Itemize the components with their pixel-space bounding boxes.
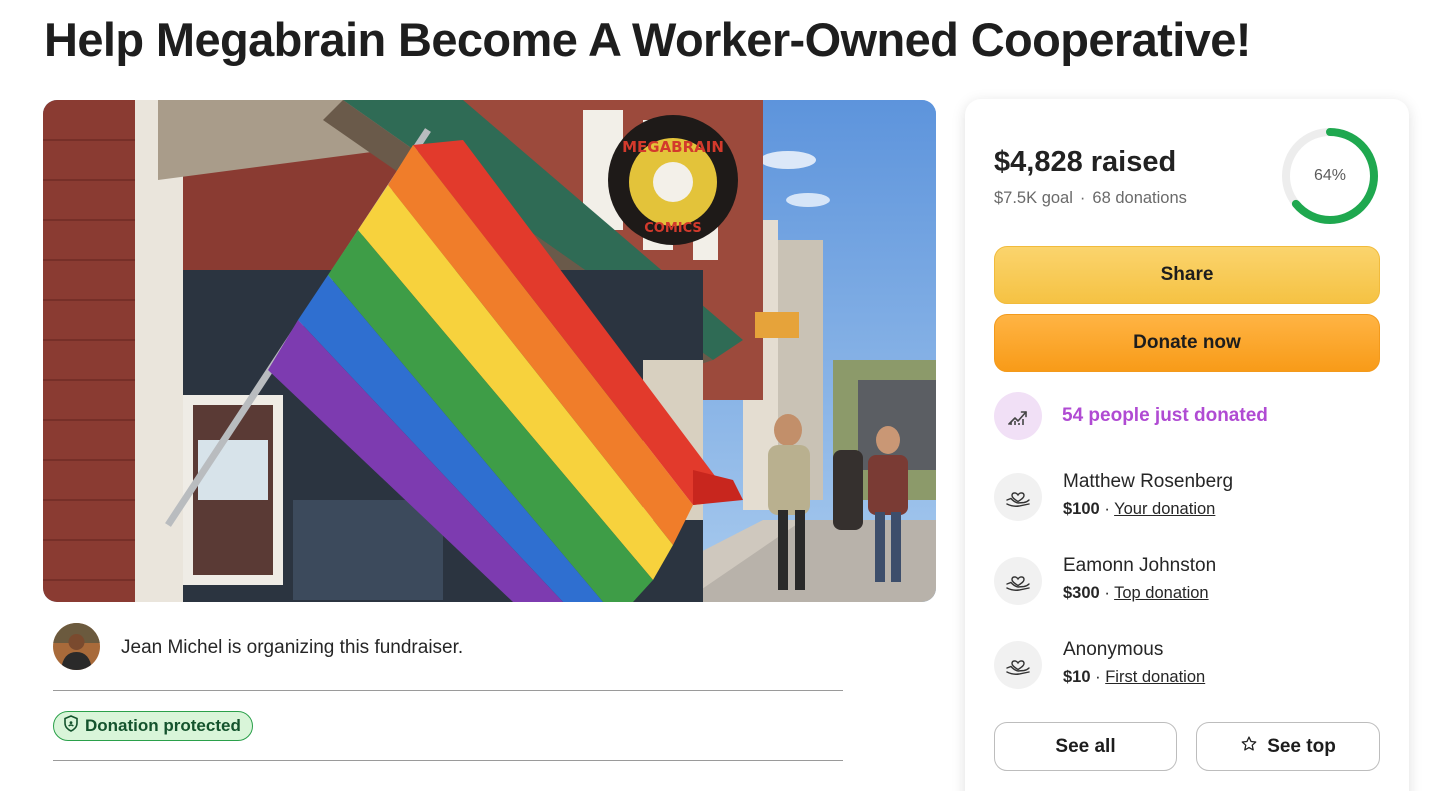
donation-protected-row: Donation protected	[53, 692, 843, 761]
sign-bottom-text: COMICS	[644, 221, 702, 236]
sign-top-text: MEGABRAIN	[622, 138, 724, 156]
donation-details: $300 · Top donation	[1063, 584, 1209, 603]
see-top-button[interactable]: See top	[1196, 722, 1380, 771]
donation-item: Anonymous $10 · First donation	[994, 639, 1380, 699]
hero-photo: MEGABRAIN COMICS	[43, 100, 936, 602]
donate-now-button[interactable]: Donate now	[994, 314, 1380, 372]
donation-tag-link[interactable]: Top donation	[1114, 584, 1209, 602]
amount-raised: $4,828 raised	[994, 146, 1177, 178]
heart-hand-icon	[994, 557, 1042, 605]
donation-item: Eamonn Johnston $300 · Top donation	[994, 555, 1380, 615]
donation-count: 68 donations	[1092, 189, 1187, 207]
storefront-photo: MEGABRAIN COMICS	[43, 100, 936, 602]
donation-amount: $300	[1063, 584, 1100, 602]
donor-name: Matthew Rosenberg	[1063, 471, 1234, 492]
donor-name: Eamonn Johnston	[1063, 555, 1217, 576]
goal-amount: $7.5K goal	[994, 189, 1073, 207]
organizer-text: Jean Michel is organizing this fundraise…	[121, 637, 464, 658]
donation-separator: ·	[1104, 500, 1110, 518]
page-title: Help Megabrain Become A Worker-Owned Coo…	[44, 13, 1251, 66]
heart-hand-icon	[994, 473, 1042, 521]
donation-item: Matthew Rosenberg $100 · Your donation	[994, 471, 1380, 531]
donation-separator: ·	[1095, 668, 1101, 686]
star-icon	[1240, 735, 1258, 759]
organizer-avatar[interactable]	[53, 623, 100, 670]
donation-tag-link[interactable]: Your donation	[1114, 500, 1215, 518]
donation-details: $100 · Your donation	[1063, 500, 1215, 519]
donor-name: Anonymous	[1063, 639, 1164, 660]
donation-tag-link[interactable]: First donation	[1105, 668, 1205, 686]
donation-protected-badge[interactable]: Donation protected	[53, 711, 253, 741]
shield-icon	[63, 715, 79, 737]
trend-text: 54 people just donated	[1062, 405, 1268, 426]
badge-label: Donation protected	[85, 716, 241, 735]
meta-separator: ·	[1079, 189, 1086, 207]
trending-up-icon	[994, 392, 1042, 440]
see-all-button[interactable]: See all	[994, 722, 1177, 771]
see-all-label: See all	[1055, 735, 1116, 757]
goal-meta: $7.5K goal · 68 donations	[994, 189, 1187, 208]
heart-hand-icon	[994, 641, 1042, 689]
donation-amount: $10	[1063, 668, 1091, 686]
recent-donations-trend: 54 people just donated	[994, 392, 1268, 440]
donation-separator: ·	[1104, 584, 1110, 602]
organizer-row: Jean Michel is organizing this fundraise…	[53, 623, 843, 691]
progress-percent: 64%	[1313, 167, 1347, 184]
donation-details: $10 · First donation	[1063, 668, 1205, 687]
share-button[interactable]: Share	[994, 246, 1380, 304]
donation-card: $4,828 raised $7.5K goal · 68 donations 64…	[965, 99, 1409, 791]
see-top-label: See top	[1267, 735, 1336, 757]
donation-amount: $100	[1063, 500, 1100, 518]
